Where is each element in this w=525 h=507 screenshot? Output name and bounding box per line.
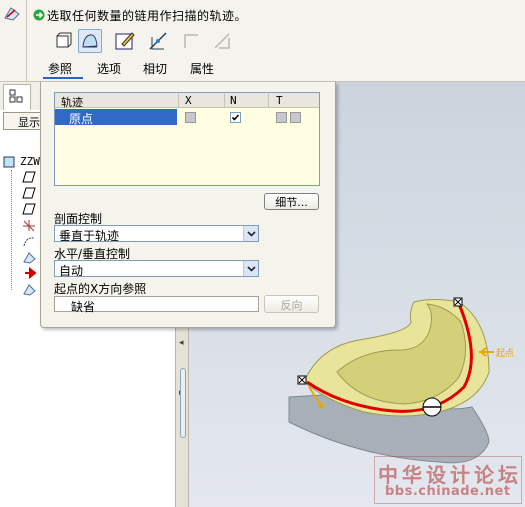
collapse-left-icon[interactable]: ◂ xyxy=(179,338,184,348)
n-checkbox[interactable] xyxy=(230,112,241,123)
svg-text:起点: 起点 xyxy=(496,348,514,359)
sweep-surface-icon[interactable] xyxy=(78,29,102,53)
sweep-feature-icon[interactable] xyxy=(22,283,36,299)
insert-here-icon[interactable] xyxy=(24,266,38,282)
watermark-url: bbs.chinade.net xyxy=(385,484,511,499)
tab-tangency[interactable]: 相切 xyxy=(143,60,167,77)
prompt-message: 选取任何数量的链用作扫描的轨迹。 xyxy=(47,9,248,23)
header-divider xyxy=(178,94,179,107)
header-x: X xyxy=(185,94,192,107)
details-button[interactable]: 细节... xyxy=(264,193,319,210)
t-checkbox xyxy=(276,112,287,123)
active-tab-indicator xyxy=(43,77,83,79)
remove-material-icon xyxy=(180,29,204,53)
x-reference-field[interactable]: 缺省 xyxy=(54,296,259,314)
datum-plane-icon[interactable] xyxy=(22,203,36,218)
section-control-value: 垂直于轨迹 xyxy=(59,229,120,243)
model-tree-tab[interactable] xyxy=(3,84,31,110)
dashboard-separator xyxy=(26,0,27,82)
show-button[interactable]: 显示 xyxy=(3,112,43,130)
parallel-section-icon[interactable] xyxy=(146,29,170,53)
sketch-icon[interactable] xyxy=(113,29,137,53)
thicken-icon xyxy=(210,29,234,53)
header-n: N xyxy=(230,94,237,107)
tab-properties[interactable]: 属性 xyxy=(190,60,214,77)
sweep-feature-icon xyxy=(3,4,21,22)
x-reference-label: 起点的X方向参照 xyxy=(54,282,147,296)
part-icon xyxy=(3,156,15,168)
chevron-down-icon[interactable] xyxy=(243,261,258,276)
t-checkbox xyxy=(290,112,301,123)
datum-plane-icon[interactable] xyxy=(22,187,36,202)
splitter-handle[interactable] xyxy=(180,368,186,438)
tree-connector xyxy=(11,170,12,290)
feature-icon[interactable] xyxy=(22,251,36,267)
tree-root-label[interactable]: ZZW xyxy=(20,155,40,168)
sweep-solid-icon[interactable] xyxy=(51,29,75,53)
header-t: T xyxy=(276,94,283,107)
coordinate-system-icon[interactable] xyxy=(22,219,36,235)
prompt-arrow-icon xyxy=(33,9,45,21)
hv-control-select[interactable]: 自动 xyxy=(54,260,259,278)
tab-references[interactable]: 参照 xyxy=(48,60,72,77)
x-checkbox xyxy=(185,112,196,123)
header-divider xyxy=(224,94,225,107)
tab-options[interactable]: 选项 xyxy=(97,60,121,77)
chevron-down-icon[interactable] xyxy=(243,226,258,241)
hv-control-value: 自动 xyxy=(59,264,84,278)
header-trajectory: 轨迹 xyxy=(61,96,83,109)
section-control-select[interactable]: 垂直于轨迹 xyxy=(54,225,259,243)
trajectory-label[interactable]: 原点 xyxy=(69,110,93,127)
datum-plane-icon[interactable] xyxy=(22,171,36,186)
header-divider xyxy=(268,94,269,107)
flip-button: 反向 xyxy=(264,295,319,313)
datum-curve-icon[interactable] xyxy=(22,235,36,251)
